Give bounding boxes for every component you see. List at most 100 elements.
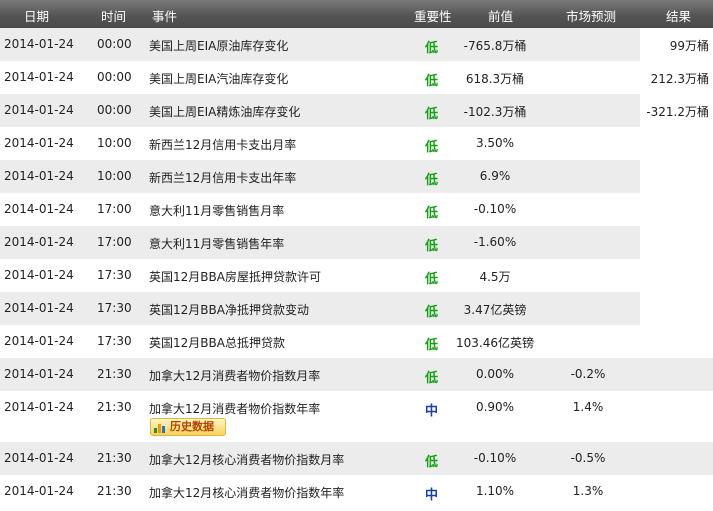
cell-date: 2014-01-24 — [4, 202, 74, 216]
cell-previous: 4.5万 — [479, 270, 511, 284]
cell-event: 加拿大12月核心消费者物价指数年率 — [149, 486, 345, 500]
cell-previous: -102.3万桶 — [463, 105, 527, 119]
cell-importance: 低 — [425, 338, 439, 353]
cell-date: 2014-01-24 — [4, 268, 74, 282]
cell-event: 英国12月BBA房屋抵押贷款许可 — [149, 270, 321, 284]
header-result: 结果 — [666, 9, 692, 24]
table-row: 2014-01-24 17:00 意大利11月零售销售年率 低 -1.60% — [0, 226, 713, 259]
cell-date: 2014-01-24 — [4, 169, 74, 183]
table-row: 2014-01-24 17:30 英国12月BBA房屋抵押贷款许可 低 4.5万 — [0, 259, 713, 292]
table-row: 2014-01-24 21:30 加拿大12月消费者物价指数月率 低 0.00% -0.2… — [0, 358, 713, 391]
cell-forecast: 1.3% — [572, 484, 604, 498]
cell-time: 10:00 — [97, 136, 132, 150]
cell-time: 00:00 — [97, 70, 132, 84]
cell-date: 2014-01-24 — [4, 235, 74, 249]
cell-importance: 低 — [425, 74, 439, 89]
cell-previous: -0.10% — [473, 451, 517, 465]
history-data-label: 历史数据 — [170, 420, 214, 433]
cell-previous: 618.3万桶 — [465, 72, 525, 86]
cell-result: -321.2万桶 — [646, 105, 709, 119]
cell-event: 新西兰12月信用卡支出月率 — [149, 138, 297, 152]
table-row: 2014-01-24 21:30 加拿大12月核心消费者物价指数月率 低 -0.10% -… — [0, 442, 713, 475]
cell-event: 英国12月BBA净抵押贷款变动 — [149, 303, 309, 317]
cell-time: 17:00 — [97, 235, 132, 249]
cell-previous: 6.9% — [479, 169, 511, 183]
cell-time: 17:30 — [97, 334, 132, 348]
cell-result: 99万桶 — [669, 39, 709, 53]
cell-event: 加拿大12月消费者物价指数年率 — [149, 402, 321, 416]
cell-event: 意大利11月零售销售年率 — [149, 237, 285, 251]
cell-forecast: -0.2% — [570, 367, 606, 381]
table-header: 日期 时间 事件 重要性 前值 市场预测 结果 — [0, 0, 713, 28]
header-previous: 前值 — [488, 9, 514, 24]
cell-result: 212.3万桶 — [650, 72, 709, 86]
header-forecast: 市场预测 — [566, 9, 617, 24]
cell-date: 2014-01-24 — [4, 367, 74, 381]
cell-importance: 低 — [425, 371, 439, 386]
cell-previous: 3.50% — [475, 136, 515, 150]
cell-importance: 低 — [425, 107, 439, 122]
cell-previous: 0.00% — [475, 367, 515, 381]
cell-date: 2014-01-24 — [4, 484, 74, 498]
cell-date: 2014-01-24 — [4, 451, 74, 465]
header-date: 日期 — [24, 9, 50, 24]
cell-forecast: -0.5% — [570, 451, 606, 465]
cell-importance: 中 — [425, 488, 439, 503]
cell-date: 2014-01-24 — [4, 301, 74, 315]
cell-importance: 低 — [425, 206, 439, 221]
cell-event: 加拿大12月核心消费者物价指数月率 — [149, 453, 345, 467]
cell-time: 17:30 — [97, 301, 132, 315]
cell-importance: 低 — [425, 173, 439, 188]
table-row: 2014-01-24 10:00 新西兰12月信用卡支出月率 低 3.50% — [0, 127, 713, 160]
cell-event: 加拿大12月消费者物价指数月率 — [149, 369, 321, 383]
cell-previous: 0.90% — [475, 400, 515, 414]
cell-importance: 低 — [425, 272, 439, 287]
cell-time: 00:00 — [97, 103, 132, 117]
header-importance: 重要性 — [414, 9, 452, 24]
cell-previous: 1.10% — [475, 484, 515, 498]
cell-previous: -1.60% — [473, 235, 517, 249]
cell-date: 2014-01-24 — [4, 103, 74, 117]
cell-importance: 低 — [425, 305, 439, 320]
cell-time: 17:30 — [97, 268, 132, 282]
cell-time: 21:30 — [97, 367, 132, 381]
cell-time: 17:00 — [97, 202, 132, 216]
table-row: 2014-01-24 21:30 加拿大12月核心消费者物价指数年率 中 1.10% 1.… — [0, 475, 713, 508]
table-row: 2014-01-24 10:00 新西兰12月信用卡支出年率 低 6.9% — [0, 160, 713, 193]
cell-time: 00:00 — [97, 37, 132, 51]
cell-date: 2014-01-24 — [4, 400, 74, 414]
cell-importance: 低 — [425, 239, 439, 254]
table-row: 2014-01-24 17:30 英国12月BBA总抵押贷款 低 103.46亿英镑 — [0, 325, 713, 358]
table-row: 2014-01-24 00:00 美国上周EIA精炼油库存变化 低 -102.3万桶 -3… — [0, 94, 713, 127]
table-row: 2014-01-24 17:00 意大利11月零售销售月率 低 -0.10% — [0, 193, 713, 226]
cell-event: 英国12月BBA总抵押贷款 — [149, 336, 285, 350]
bar-chart-icon — [154, 422, 166, 433]
cell-importance: 低 — [425, 41, 439, 56]
table-row: 2014-01-24 00:00 美国上周EIA原油库存变化 低 -765.8万桶 99万… — [0, 28, 713, 61]
cell-previous: -0.10% — [473, 202, 517, 216]
cell-forecast: 1.4% — [572, 400, 604, 414]
cell-date: 2014-01-24 — [4, 37, 74, 51]
header-event: 事件 — [152, 9, 178, 24]
cell-previous: 3.47亿英镑 — [463, 303, 527, 317]
cell-previous: -765.8万桶 — [463, 39, 527, 53]
cell-event: 美国上周EIA精炼油库存变化 — [149, 105, 301, 119]
cell-event: 新西兰12月信用卡支出年率 — [149, 171, 297, 185]
cell-importance: 低 — [425, 140, 439, 155]
cell-date: 2014-01-24 — [4, 136, 74, 150]
cell-date: 2014-01-24 — [4, 70, 74, 84]
table-row: 2014-01-24 21:30 加拿大12月消费者物价指数年率 中 0.90% 1.4%… — [0, 391, 713, 442]
cell-date: 2014-01-24 — [4, 334, 74, 348]
table-row: 2014-01-24 17:30 英国12月BBA净抵押贷款变动 低 3.47亿英镑 — [0, 292, 713, 325]
cell-time: 10:00 — [97, 169, 132, 183]
cell-importance: 中 — [425, 404, 439, 419]
cell-previous: 103.46亿英镑 — [456, 336, 534, 350]
cell-importance: 低 — [425, 455, 439, 470]
table-row: 2014-01-24 00:00 美国上周EIA汽油库存变化 低 618.3万桶 212.… — [0, 61, 713, 94]
history-data-button[interactable]: 历史数据 — [150, 418, 226, 436]
cell-time: 21:30 — [97, 484, 132, 498]
cell-event: 美国上周EIA原油库存变化 — [149, 39, 289, 53]
header-time: 时间 — [101, 9, 127, 24]
cell-event: 美国上周EIA汽油库存变化 — [149, 72, 289, 86]
cell-event: 意大利11月零售销售月率 — [149, 204, 285, 218]
